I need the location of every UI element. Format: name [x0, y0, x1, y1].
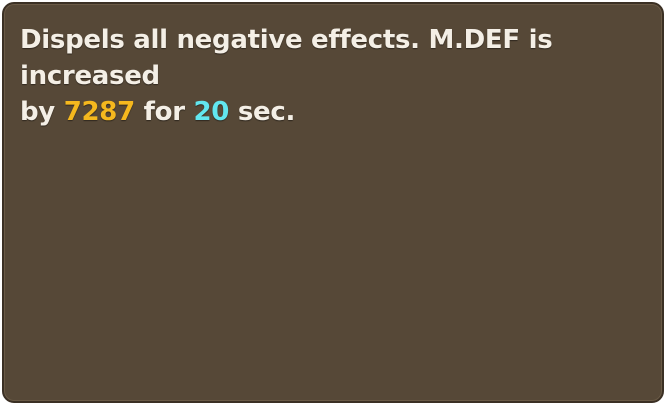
description-sec-text: sec.: [229, 97, 296, 127]
mdef-increase-value: 7287: [63, 97, 135, 127]
duration-value: 20: [193, 97, 230, 127]
description-by-text: by: [20, 97, 64, 127]
skill-description: Dispels all negative effects. M.DEF is i…: [20, 22, 650, 130]
description-for-text: for: [134, 97, 194, 127]
skill-tooltip-panel: Dispels all negative effects. M.DEF is i…: [2, 2, 664, 403]
description-line-1: Dispels all negative effects. M.DEF is i…: [20, 25, 553, 91]
